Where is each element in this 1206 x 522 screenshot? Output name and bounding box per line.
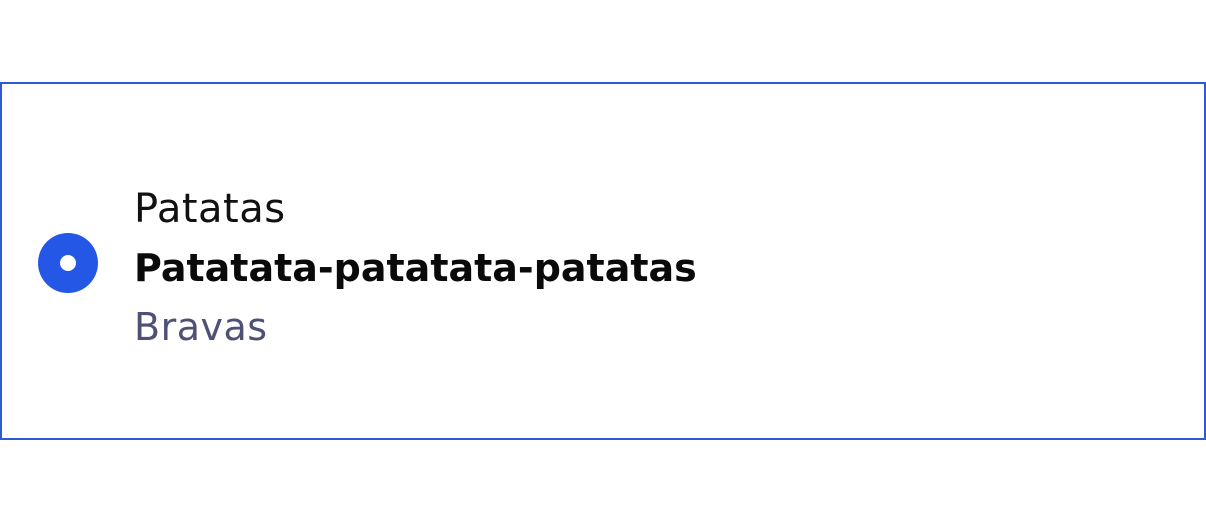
option-text-block: Patatas Patatata-patatata-patatas Bravas: [134, 180, 697, 357]
radio-button-selected[interactable]: [38, 233, 98, 293]
option-hint: Bravas: [134, 305, 268, 349]
option-label: Patatas: [134, 186, 286, 232]
radio-option-card[interactable]: Patatas Patatata-patatata-patatas Bravas: [0, 82, 1206, 440]
radio-selected-dot: [60, 255, 76, 271]
option-description: Patatata-patatata-patatas: [134, 246, 697, 290]
